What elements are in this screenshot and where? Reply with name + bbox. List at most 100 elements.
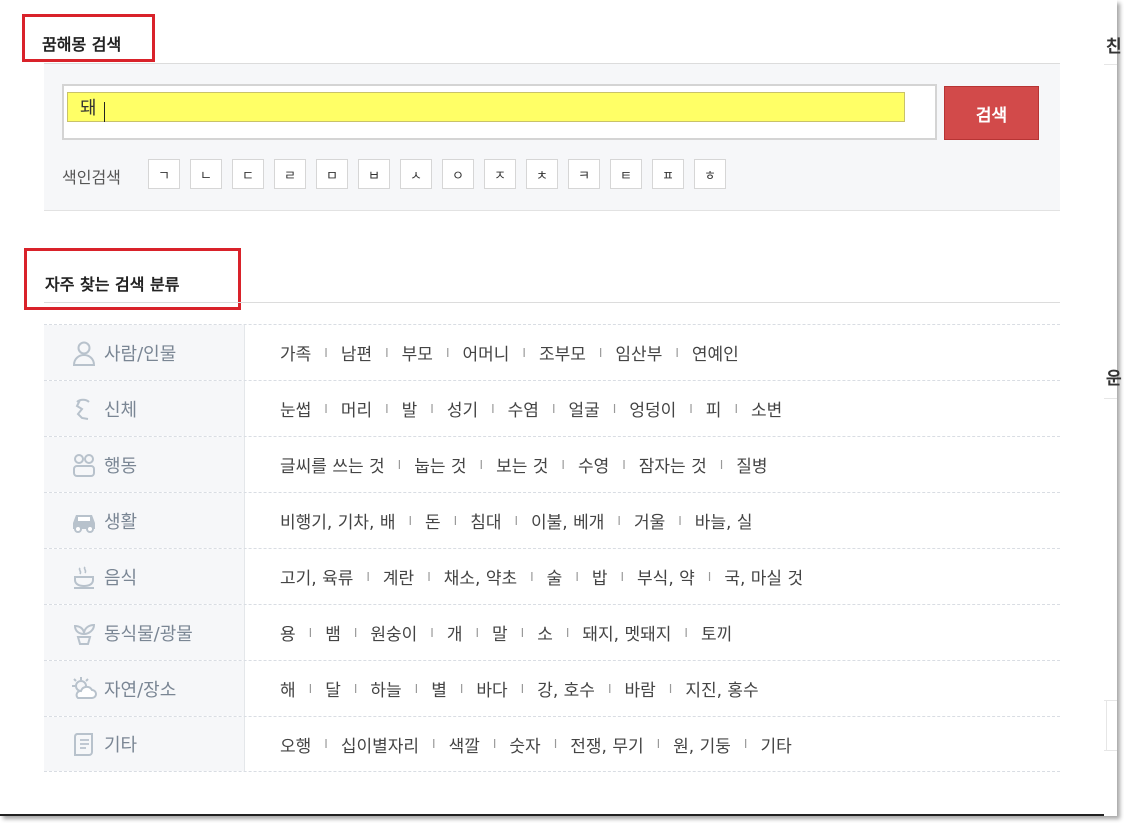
category-header: 신체 [44,381,245,436]
text-caret [104,102,105,122]
category-link[interactable]: 원숭이 [370,620,417,645]
category-link[interactable]: 남편 [341,340,372,365]
category-link[interactable]: 계란 [383,564,414,589]
category-link[interactable]: 글씨를 쓰는 것 [280,452,385,477]
category-link[interactable]: 눈썹 [280,396,311,421]
index-key[interactable]: ㄷ [232,159,264,189]
category-link[interactable]: 임산부 [615,340,662,365]
category-link[interactable]: 밥 [592,564,608,589]
item-separator: I [514,513,519,528]
category-link[interactable]: 돼지, 멧돼지 [582,620,671,645]
category-link[interactable]: 발 [402,396,418,421]
index-key[interactable]: ㅇ [442,159,474,189]
category-link[interactable]: 부모 [402,340,433,365]
category-link[interactable]: 눕는 것 [414,452,466,477]
category-link[interactable]: 어머니 [462,340,509,365]
category-link[interactable]: 전쟁, 무기 [570,732,643,757]
category-link[interactable]: 숫자 [509,732,540,757]
category-link[interactable]: 오행 [280,732,311,757]
category-link[interactable]: 엉덩이 [629,396,676,421]
category-link[interactable]: 말 [492,620,508,645]
category-link[interactable]: 비행기, 기차, 배 [280,508,395,533]
index-key[interactable]: ㅁ [316,159,348,189]
item-separator: I [553,737,558,751]
divider [1106,700,1107,750]
category-link[interactable]: 잠자는 것 [639,452,707,477]
scroll-icon [70,730,98,758]
category-link[interactable]: 국, 마실 것 [724,564,803,589]
item-separator: I [353,681,358,696]
category-link[interactable]: 달 [325,676,341,701]
category-link[interactable]: 별 [431,676,447,701]
category-header: 기타 [44,717,245,771]
category-link[interactable]: 토끼 [701,620,732,645]
index-key[interactable]: ㅋ [568,159,600,189]
category-link[interactable]: 돈 [425,508,441,533]
category-link[interactable]: 뱀 [325,620,341,645]
category-row: 사람/인물 가족 I 남편 I 부모 I 어머니 I 조부모 I 임산부 I 연예인 [44,324,1060,380]
category-link[interactable]: 피 [706,396,722,421]
search-input[interactable] [67,92,905,122]
category-link[interactable]: 이불, 베개 [531,508,604,533]
item-separator: I [427,569,431,584]
item-separator: I [353,625,358,640]
index-key[interactable]: ㅈ [484,159,516,189]
item-separator: I [414,681,419,696]
category-link[interactable]: 술 [547,564,563,589]
category-link[interactable]: 질병 [736,452,767,477]
category-link[interactable]: 머리 [341,396,372,421]
item-separator: I [324,401,328,416]
item-separator: I [520,681,525,696]
index-key[interactable]: ㅂ [358,159,390,189]
category-link[interactable]: 해 [280,676,296,701]
category-link[interactable]: 지진, 홍수 [685,676,758,701]
item-separator: I [622,457,626,472]
item-separator: I [719,457,724,472]
category-link[interactable]: 기타 [760,732,791,757]
index-key[interactable]: ㅌ [610,159,642,189]
right-sidebar-clipped: 친 운 [1104,0,1122,816]
search-button[interactable]: 검색 [944,86,1039,140]
index-key[interactable]: ㅍ [652,159,684,189]
category-link[interactable]: 연예인 [692,340,739,365]
category-link[interactable]: 채소, 약초 [444,564,517,589]
category-link[interactable]: 수염 [508,396,539,421]
category-link[interactable]: 강, 호수 [537,676,595,701]
category-link[interactable]: 바람 [625,676,656,701]
category-link[interactable]: 용 [280,620,296,645]
search-panel: 검색 색인검색 ㄱㄴㄷㄹㅁㅂㅅㅇㅈㅊㅋㅌㅍㅎ [44,64,1060,211]
category-link[interactable]: 얼굴 [569,396,600,421]
category-link[interactable]: 색깔 [449,732,480,757]
category-link[interactable]: 개 [447,620,463,645]
category-link[interactable]: 고기, 육류 [280,564,353,589]
item-separator: I [308,681,313,696]
category-link[interactable]: 가족 [280,340,311,365]
category-link[interactable]: 보는 것 [496,452,548,477]
category-link[interactable]: 거울 [634,508,665,533]
divider [1104,64,1117,65]
index-key[interactable]: ㅊ [526,159,558,189]
index-key[interactable]: ㅎ [694,159,726,189]
item-separator: I [459,681,464,696]
index-key[interactable]: ㄹ [274,159,306,189]
index-key[interactable]: ㄴ [190,159,222,189]
item-separator: I [689,401,693,416]
category-row: 생활 비행기, 기차, 배 I 돈 I 침대 I 이불, 베개 I 거울 I 바늘, 실 [44,492,1060,548]
category-link[interactable]: 바다 [476,676,507,701]
category-link[interactable]: 바늘, 실 [695,508,753,533]
category-link[interactable]: 조부모 [539,340,586,365]
category-link[interactable]: 부식, 약 [637,564,695,589]
category-link[interactable]: 소변 [751,396,782,421]
item-separator: I [530,569,534,584]
category-link[interactable]: 소 [537,620,553,645]
category-link[interactable]: 원, 기둥 [673,732,731,757]
category-link[interactable]: 십이별자리 [341,732,419,757]
category-link[interactable]: 수영 [578,452,609,477]
category-link[interactable]: 성기 [447,396,478,421]
item-separator: I [324,345,328,360]
category-link[interactable]: 하늘 [370,676,401,701]
index-key[interactable]: ㅅ [400,159,432,189]
category-link[interactable]: 침대 [470,508,501,533]
category-items: 오행 I 십이별자리 I 색깔 I 숫자 I 전쟁, 무기 I 원, 기둥 I 기타 [280,717,792,771]
index-key[interactable]: ㄱ [148,159,180,189]
